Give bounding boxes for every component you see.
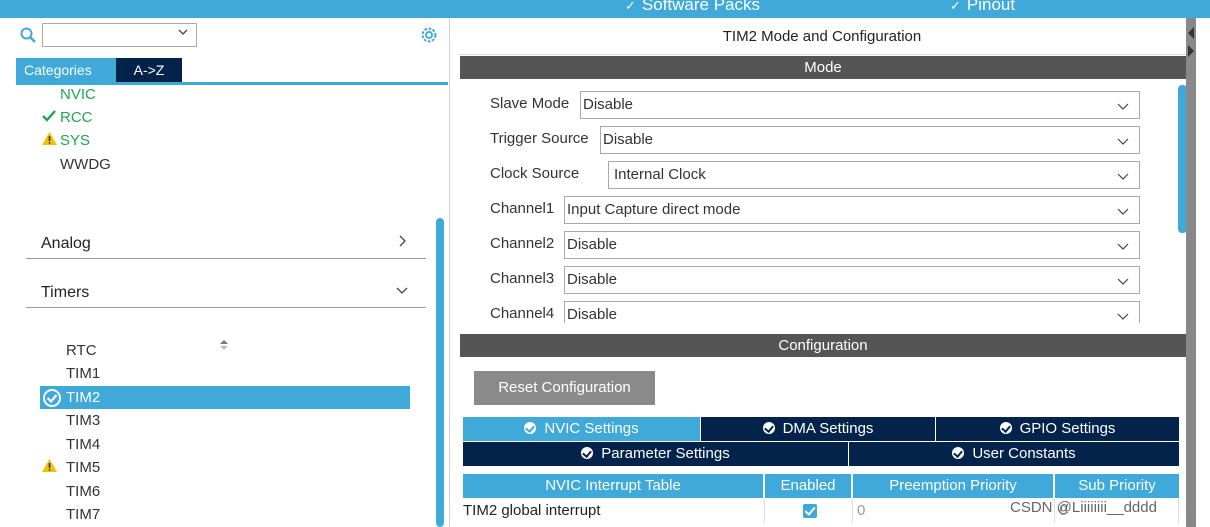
column-header-enabled[interactable]: Enabled (765, 474, 853, 498)
chevron-right-icon (399, 235, 406, 247)
category-tree: NVIC RCC SYS WWDG Analog Timers RTC TIM1… (0, 85, 436, 527)
check-circle-icon (581, 447, 594, 459)
tab-parameter-settings[interactable]: Parameter Settings (463, 442, 848, 466)
panel-title: TIM2 Mode and Configuration (458, 18, 1186, 55)
channel4-select[interactable]: Disable (564, 301, 1140, 323)
section-timers[interactable]: Timers (26, 272, 426, 308)
window-margin (1196, 18, 1210, 527)
check-circle-icon (999, 422, 1012, 434)
channel1-select[interactable]: Input Capture direct mode (564, 196, 1140, 224)
clock-source-select[interactable]: Internal Clock (608, 161, 1140, 189)
column-header-interrupt[interactable]: NVIC Interrupt Table (463, 474, 765, 498)
channel4-row: Channel4 Disable (490, 301, 1140, 323)
tab-categories[interactable]: Categories (16, 58, 116, 82)
trigger-source-select[interactable]: Disable (600, 126, 1140, 154)
top-menu-bar: ✓ Software Packs ✓ Pinout (0, 0, 1210, 18)
tree-item-tim1[interactable]: TIM1 (66, 365, 100, 382)
tree-item-tim6[interactable]: TIM6 (66, 483, 100, 500)
left-panel: Categories A->Z NVIC RCC SYS WWDG Analog (0, 18, 450, 527)
tab-a-z[interactable]: A->Z (116, 58, 182, 82)
channel1-row: Channel1 Input Capture direct mode (490, 196, 1140, 224)
search-input[interactable] (42, 23, 197, 47)
check-circle-icon (952, 447, 965, 459)
search-row (0, 18, 450, 56)
watermark: CSDN @Liiiiiiii__dddd (1010, 499, 1157, 516)
left-scrollbar[interactable] (436, 218, 444, 527)
check-circle-icon (762, 422, 775, 434)
tree-item-rtc[interactable]: RTC (66, 342, 97, 359)
column-header-sub-priority[interactable]: Sub Priority (1055, 474, 1179, 498)
chevron-down-icon (1117, 243, 1129, 250)
chevron-down-icon (1117, 173, 1129, 180)
table-row-enabled (765, 499, 853, 523)
side-collapse-bar[interactable] (1186, 18, 1196, 527)
right-panel: TIM2 Mode and Configuration Mode Slave M… (458, 18, 1186, 527)
check-circle-icon (43, 389, 61, 407)
warning-icon (42, 132, 60, 149)
gear-icon[interactable] (418, 24, 440, 46)
tree-item-wwdg[interactable]: WWDG (42, 156, 111, 173)
tree-item-tim3[interactable]: TIM3 (66, 412, 100, 429)
chevron-down-icon (1117, 103, 1129, 110)
table-row-name: TIM2 global interrupt (463, 499, 765, 523)
tab-nvic-settings[interactable]: NVIC Settings (463, 417, 700, 441)
tree-item-nvic[interactable]: NVIC (42, 86, 96, 103)
tab-gpio-settings[interactable]: GPIO Settings (936, 417, 1179, 441)
trigger-source-row: Trigger Source Disable (490, 126, 1140, 154)
menu-pinout[interactable]: ✓ Pinout (950, 0, 1015, 15)
channel2-select[interactable]: Disable (564, 231, 1140, 259)
slave-mode-row: Slave Mode Disable (490, 91, 1140, 119)
chevron-down-icon (396, 287, 408, 294)
tree-item-tim2-selected[interactable]: TIM2 (40, 386, 410, 409)
channel2-row: Channel2 Disable (490, 231, 1140, 259)
tab-dma-settings[interactable]: DMA Settings (701, 417, 935, 441)
mode-header: Mode (460, 56, 1186, 79)
chevron-down-icon: ✓ (625, 0, 636, 13)
section-analog[interactable]: Analog (26, 223, 426, 259)
menu-software-packs[interactable]: ✓ Software Packs (625, 0, 760, 15)
configuration-header: Configuration (460, 334, 1186, 357)
checkmark-icon (42, 109, 60, 126)
tree-item-tim7[interactable]: TIM7 (66, 506, 100, 523)
tree-item-rcc[interactable]: RCC (42, 109, 93, 126)
clock-source-row: Clock Source Internal Clock (490, 161, 1140, 189)
chevron-down-icon: ✓ (950, 0, 961, 13)
chevron-down-icon (1117, 138, 1129, 145)
mode-scrollbar[interactable] (1178, 85, 1186, 233)
enabled-checkbox[interactable] (803, 504, 817, 518)
channel3-row: Channel3 Disable (490, 266, 1140, 294)
sort-icon[interactable] (219, 339, 229, 351)
mode-section: Slave Mode Disable Trigger Source Disabl… (460, 81, 1186, 323)
app-window: ✓ Software Packs ✓ Pinout Categories A->Z (0, 0, 1210, 527)
chevron-down-icon (1117, 208, 1129, 215)
slave-mode-select[interactable]: Disable (580, 91, 1140, 119)
chevron-down-icon (178, 29, 188, 35)
channel3-select[interactable]: Disable (564, 266, 1140, 294)
expand-arrow-icon[interactable] (1186, 44, 1196, 58)
warning-icon (42, 459, 66, 476)
search-icon[interactable] (20, 27, 36, 43)
tree-item-tim4[interactable]: TIM4 (66, 436, 100, 453)
reset-configuration-button[interactable]: Reset Configuration (474, 371, 655, 405)
tree-item-sys[interactable]: SYS (42, 132, 90, 149)
chevron-down-icon (1117, 278, 1129, 285)
check-circle-icon (524, 422, 537, 434)
tab-user-constants[interactable]: User Constants (849, 442, 1179, 466)
tree-item-tim5[interactable]: TIM5 (42, 459, 100, 476)
collapse-arrow-icon[interactable] (1186, 26, 1196, 40)
chevron-down-icon (1117, 313, 1129, 320)
column-header-preemption[interactable]: Preemption Priority (853, 474, 1055, 498)
